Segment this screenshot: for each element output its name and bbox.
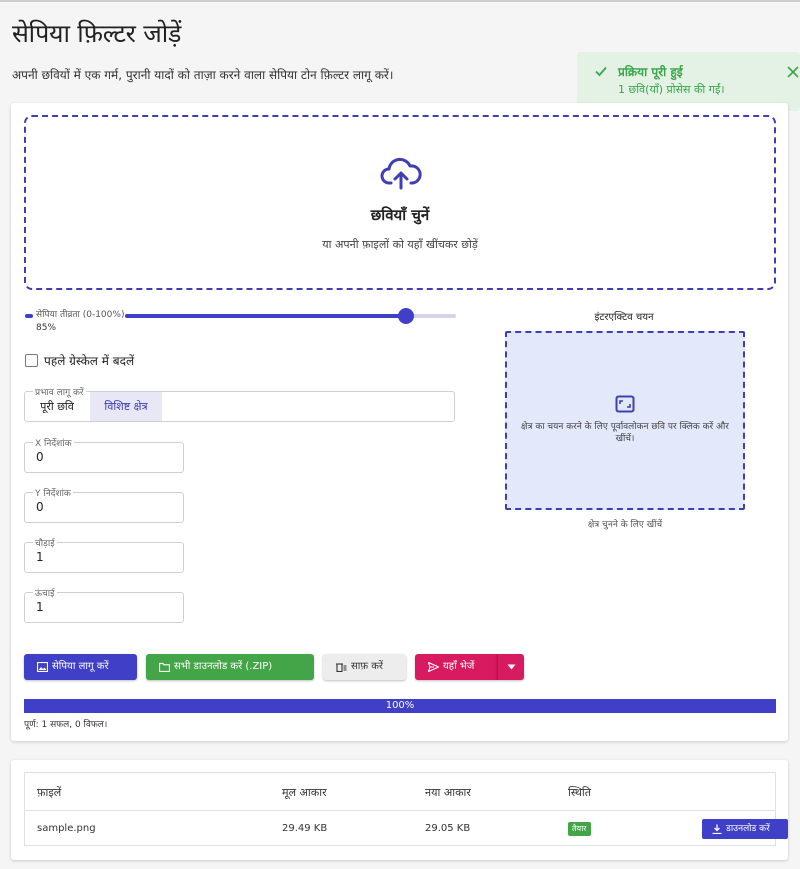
apply-to-label: प्रभाव लागू करें <box>33 385 86 398</box>
header-files: फ़ाइलें <box>37 786 62 799</box>
intensity-slider[interactable] <box>125 308 456 324</box>
download-zip-button[interactable]: सभी डाउनलोड करें (.ZIP) <box>146 654 314 680</box>
progress-text: 100% <box>385 700 415 711</box>
progress-bar: 100% <box>24 699 776 713</box>
slider-label-marker <box>25 314 33 318</box>
check-icon <box>595 66 607 77</box>
intensity-slider-fill <box>125 314 407 318</box>
clear-label: साफ़ करें <box>351 661 384 672</box>
image-icon <box>37 662 48 672</box>
y-coordinate-label: Y निर्देशांक <box>33 486 73 499</box>
selection-preview[interactable]: क्षेत्र का चयन करने के लिए पूर्वावलोकन छ… <box>505 331 745 510</box>
download-file-button[interactable]: डाउनलोड करें <box>702 819 788 839</box>
clear-icon <box>336 663 347 672</box>
file-dropzone[interactable]: छवियाँ चुनें या अपनी फ़ाइलों को यहाँ खीं… <box>24 115 776 290</box>
send-icon <box>428 662 439 672</box>
send-to-button[interactable]: यहाँ भेजें <box>415 654 497 680</box>
dropzone-subtitle: या अपनी फ़ाइलों को यहाँ खींचकर छोड़ें <box>322 238 478 251</box>
width-label: चौड़ाई <box>33 536 57 549</box>
toast-close-icon[interactable] <box>787 66 799 78</box>
file-name: sample.png <box>37 823 96 834</box>
download-zip-label: सभी डाउनलोड करें (.ZIP) <box>174 661 273 672</box>
x-coordinate-label: X निर्देशांक <box>33 436 74 449</box>
page-title: सेपिया फ़िल्टर जोड़ें <box>12 19 182 48</box>
cloud-upload-icon <box>380 157 422 190</box>
header-new-size: नया आकार <box>425 786 471 799</box>
toast-message: 1 छवि(याँ) प्रोसेस की गईं। <box>618 83 725 96</box>
files-table: फ़ाइलें मूल आकार नया आकार स्थिति sample.… <box>24 772 788 846</box>
header-original-size: मूल आकार <box>282 786 327 799</box>
preview-caption: क्षेत्र चुनने के लिए खींचें <box>587 520 663 530</box>
caret-down-icon <box>507 664 516 670</box>
page-description: अपनी छवियों में एक गर्म, पुरानी यादों को… <box>12 68 394 82</box>
apply-to-toggle-group: पूरी छवि विशिष्ट क्षेत्र <box>24 391 455 422</box>
image-selection-icon <box>615 395 635 413</box>
folder-icon <box>159 662 170 672</box>
download-icon <box>712 824 722 834</box>
new-size: 29.05 KB <box>425 823 471 834</box>
send-to-label: यहाँ भेजें <box>443 661 475 672</box>
original-size: 29.49 KB <box>282 823 328 834</box>
progress-summary: पूर्ण: 1 सफल, 0 विफल। <box>24 720 108 730</box>
preview-instructions: क्षेत्र का चयन करने के लिए पूर्वावलोकन छ… <box>521 422 729 444</box>
apply-sepia-button[interactable]: सेपिया लागू करें <box>24 654 137 680</box>
toast-title: प्रक्रिया पूरी हुई <box>618 65 683 79</box>
table-divider <box>25 810 775 811</box>
toggle-specific-area[interactable]: विशिष्ट क्षेत्र <box>90 392 162 421</box>
files-card: फ़ाइलें मूल आकार नया आकार स्थिति sample.… <box>11 760 788 860</box>
intensity-label: सेपिया तीव्रता (0-100%) <box>36 310 125 320</box>
clear-button[interactable]: साफ़ करें <box>323 654 406 680</box>
intensity-slider-thumb[interactable] <box>398 308 415 324</box>
height-label: ऊंचाई <box>33 586 57 599</box>
header-status: स्थिति <box>568 786 592 799</box>
dropzone-title: छवियाँ चुनें <box>370 206 430 224</box>
apply-sepia-label: सेपिया लागू करें <box>52 661 109 672</box>
download-file-label: डाउनलोड करें <box>726 824 770 834</box>
grayscale-checkbox[interactable] <box>25 354 38 367</box>
main-card: छवियाँ चुनें या अपनी फ़ाइलों को यहाँ खीं… <box>11 103 788 741</box>
intensity-value: 85% <box>36 323 57 333</box>
preview-title: इंटरएक्टिव चयन <box>594 312 654 323</box>
send-menu-button[interactable] <box>497 654 524 680</box>
status-badge: तैयार <box>568 822 591 836</box>
grayscale-label: पहले ग्रेस्केल में बदलें <box>44 354 135 368</box>
